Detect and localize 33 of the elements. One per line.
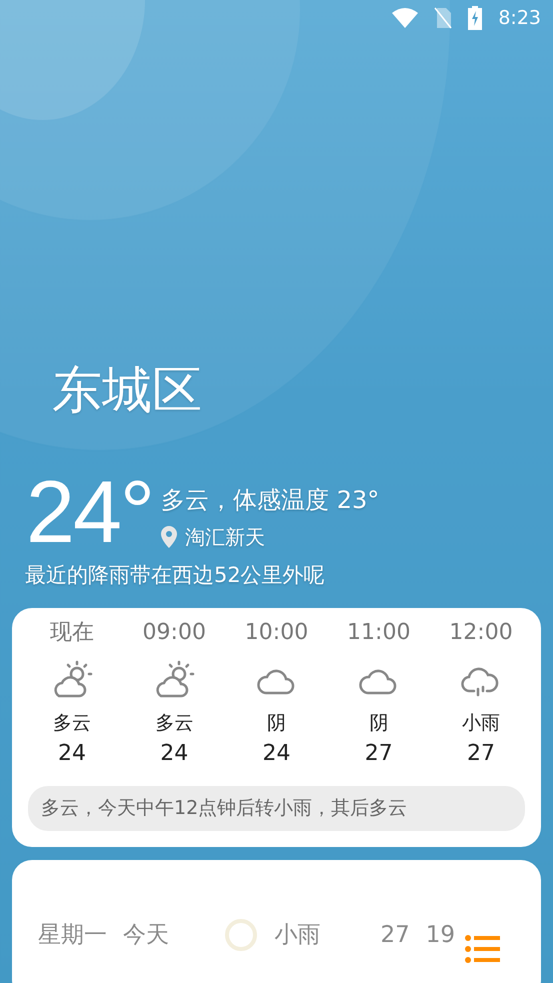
hour-condition: 阴 [369,710,388,736]
hour-condition: 小雨 [462,710,500,736]
day-high: 27 [380,921,410,950]
sun-icon [224,918,258,952]
battery-charging-icon [468,6,482,30]
location-pin-icon [161,526,178,548]
hour-time: 10:00 [244,618,308,646]
current-temperature: 24° [26,468,154,556]
wifi-icon [392,8,418,28]
hour-temperature: 24 [160,740,188,768]
menu-list-icon[interactable] [465,935,500,964]
day-low: 19 [426,921,455,950]
location-name: 淘汇新天 [185,524,266,551]
weather-condition: 多云，体感温度 23° [161,485,380,516]
forecast-summary: 多云，今天中午12点钟后转小雨，其后多云 [28,786,525,830]
hour-temperature: 24 [58,740,86,768]
status-time: 8:23 [498,6,541,31]
no-sim-icon [434,7,452,29]
hour-temperature: 27 [364,740,393,768]
city-name: 东城区 [52,360,203,420]
hour-condition: 多云 [155,710,194,736]
rain-note: 最近的降雨带在西边52公里外呢 [25,562,326,589]
day-condition: 小雨 [274,921,320,950]
hour-temperature: 27 [467,740,495,768]
hour-condition: 多云 [53,710,91,736]
hour-time: 11:00 [347,618,410,646]
hour-time: 现在 [50,618,94,646]
day-label: 今天 [123,921,169,950]
hour-temperature: 24 [262,740,290,768]
hour-time: 09:00 [142,618,206,646]
hour-time: 12:00 [449,618,513,646]
day-name: 星期一 [38,921,107,950]
hour-condition: 阴 [267,710,286,736]
